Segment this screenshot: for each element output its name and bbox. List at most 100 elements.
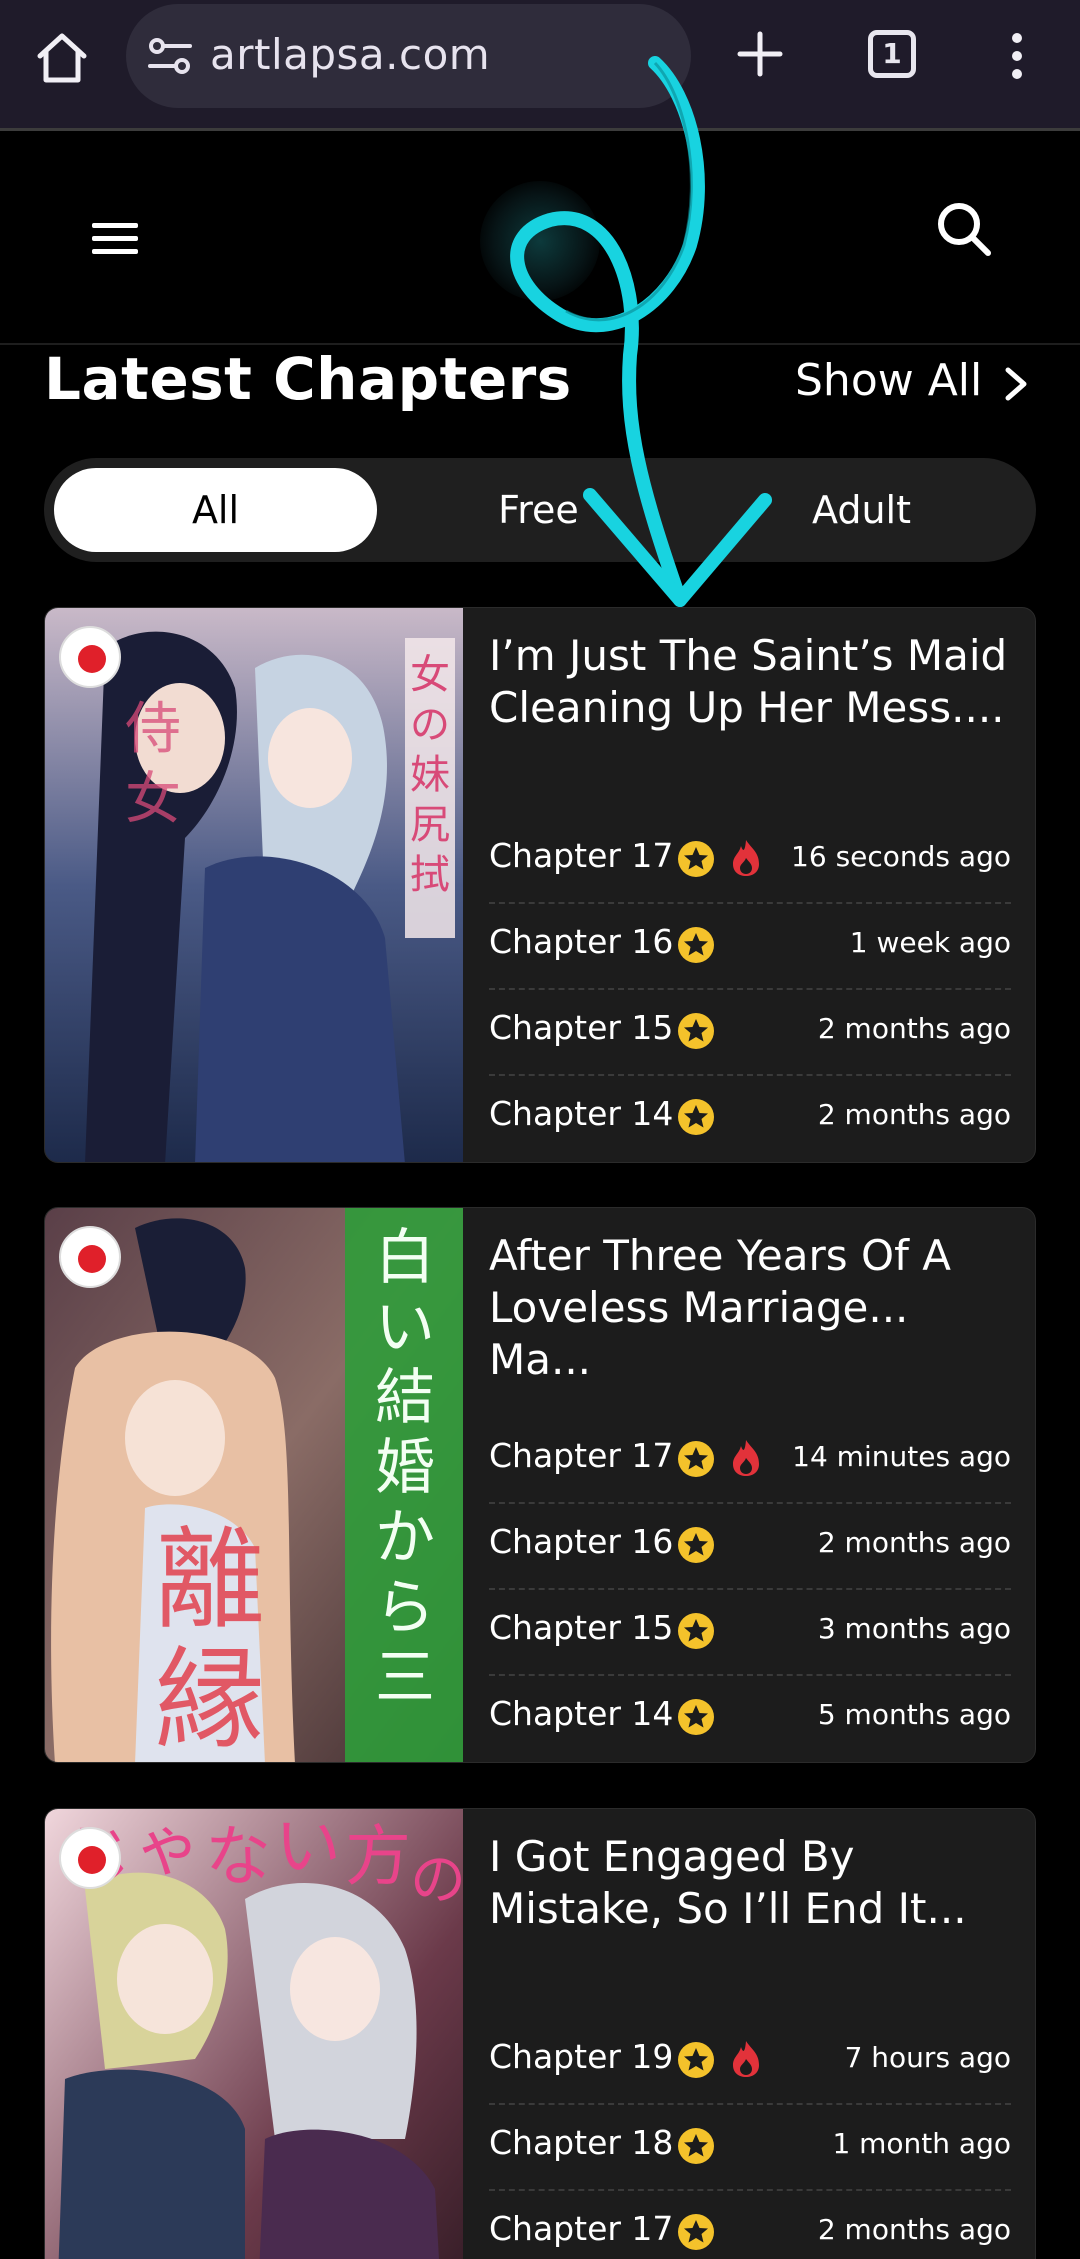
- fire-icon: [733, 1440, 759, 1476]
- svg-text:結: 結: [375, 1363, 435, 1433]
- svg-text:ら: ら: [375, 1573, 435, 1643]
- chapter-label[interactable]: Chapter 15: [489, 1608, 673, 1647]
- home-icon[interactable]: [34, 30, 90, 86]
- japan-flag-icon: [59, 626, 121, 688]
- tab-switcher-button[interactable]: 1: [868, 30, 916, 78]
- japan-flag-icon: [59, 1226, 121, 1288]
- star-icon: [678, 1099, 714, 1135]
- svg-text:離: 離: [155, 1516, 265, 1644]
- star-icon: [678, 1699, 714, 1735]
- series-title[interactable]: I’m Just The Saint’s Maid Cleaning Up He…: [489, 630, 1019, 734]
- svg-text:方: 方: [345, 1818, 411, 1895]
- show-all-link[interactable]: Show All: [795, 355, 982, 406]
- chapter-time: 2 months ago: [817, 2213, 1011, 2246]
- japan-flag-icon: [59, 1827, 121, 1889]
- filter-adult[interactable]: Adult: [700, 468, 1023, 552]
- fire-icon: [733, 840, 759, 876]
- series-card[interactable]: 女 の 妹 尻 拭 侍 女 I’m Just The Saint’s Maid …: [44, 607, 1036, 1163]
- svg-text:尻: 尻: [410, 802, 450, 848]
- address-bar[interactable]: artlapsa.com: [126, 4, 691, 108]
- chapter-label[interactable]: Chapter 16: [489, 922, 673, 961]
- svg-text:婚: 婚: [375, 1433, 435, 1503]
- chapter-time: 2 months ago: [817, 1098, 1011, 1131]
- chapter-time: 14 minutes ago: [792, 1440, 1011, 1473]
- url-text[interactable]: artlapsa.com: [210, 30, 490, 79]
- svg-text:ゃ: ゃ: [135, 1809, 201, 1885]
- site-header: [0, 131, 1080, 345]
- svg-text:拭: 拭: [410, 852, 450, 898]
- series-card[interactable]: じ ゃ な い 方 の I Got Engaged By Mistake, So…: [44, 1808, 1036, 2259]
- star-icon: [678, 841, 714, 877]
- chapter-time: 1 week ago: [849, 926, 1011, 959]
- hamburger-menu-icon[interactable]: [90, 219, 140, 259]
- chapter-row[interactable]: Chapter 15 2 months ago: [489, 990, 1011, 1076]
- chapter-label[interactable]: Chapter 17: [489, 1436, 673, 1475]
- chapter-list: Chapter 17 14 minutes ago Chapter 16 2 m…: [489, 1418, 1011, 1762]
- star-icon: [678, 2128, 714, 2164]
- chapter-row[interactable]: Chapter 17 14 minutes ago: [489, 1418, 1011, 1504]
- site-logo[interactable]: [480, 181, 600, 301]
- fire-icon: [733, 2041, 759, 2077]
- chapter-time: 3 months ago: [817, 1612, 1011, 1645]
- star-icon: [678, 1441, 714, 1477]
- chapter-time: 2 months ago: [817, 1012, 1011, 1045]
- chapter-list: Chapter 17 16 seconds ago Chapter 16 1 w…: [489, 818, 1011, 1162]
- svg-text:い: い: [275, 1809, 341, 1885]
- section-title: Latest Chapters: [44, 345, 572, 413]
- chapter-label[interactable]: Chapter 19: [489, 2037, 673, 2076]
- svg-text:縁: 縁: [155, 1636, 265, 1763]
- chapter-time: 2 months ago: [817, 1526, 1011, 1559]
- svg-text:侍: 侍: [125, 697, 181, 762]
- series-title[interactable]: I Got Engaged By Mistake, So I’ll End It…: [489, 1831, 1019, 1935]
- cover-image[interactable]: 女 の 妹 尻 拭 侍 女: [45, 608, 463, 1162]
- cover-image[interactable]: 白 い 結 婚 か ら 三 離 縁: [45, 1208, 463, 1763]
- filter-free[interactable]: Free: [377, 468, 700, 552]
- chapter-row[interactable]: Chapter 16 1 week ago: [489, 904, 1011, 990]
- star-icon: [678, 1613, 714, 1649]
- series-title[interactable]: After Three Years Of A Loveless Marriage…: [489, 1230, 1019, 1386]
- svg-text:女: 女: [410, 652, 450, 698]
- star-icon: [678, 1013, 714, 1049]
- star-icon: [678, 2214, 714, 2250]
- chapter-row[interactable]: Chapter 18 1 month ago: [489, 2105, 1011, 2191]
- svg-text:い: い: [375, 1293, 435, 1363]
- svg-text:の: の: [410, 1848, 463, 1913]
- star-icon: [678, 1527, 714, 1563]
- chapter-row[interactable]: Chapter 14 5 months ago: [489, 1676, 1011, 1762]
- more-options-icon[interactable]: [1000, 30, 1034, 82]
- chapter-time: 1 month ago: [832, 2127, 1011, 2160]
- svg-text:か: か: [375, 1503, 435, 1573]
- chapter-row[interactable]: Chapter 17 16 seconds ago: [489, 818, 1011, 904]
- chapter-label[interactable]: Chapter 14: [489, 1094, 673, 1133]
- chapter-list: Chapter 19 7 hours ago Chapter 18 1 mont…: [489, 2019, 1011, 2259]
- chapter-time: 16 seconds ago: [791, 840, 1011, 873]
- chapter-row[interactable]: Chapter 14 2 months ago: [489, 1076, 1011, 1162]
- svg-text:妹: 妹: [410, 752, 450, 798]
- chapter-label[interactable]: Chapter 18: [489, 2123, 673, 2162]
- chapter-time: 5 months ago: [817, 1698, 1011, 1731]
- chapter-label[interactable]: Chapter 16: [489, 1522, 673, 1561]
- svg-text:女: 女: [125, 767, 181, 832]
- svg-text:な: な: [205, 1818, 271, 1895]
- svg-text:三: 三: [375, 1643, 435, 1713]
- svg-text:白: 白: [375, 1223, 435, 1293]
- chapter-label[interactable]: Chapter 14: [489, 1694, 673, 1733]
- chapter-row[interactable]: Chapter 19 7 hours ago: [489, 2019, 1011, 2105]
- chapter-time: 7 hours ago: [844, 2041, 1011, 2074]
- new-tab-icon[interactable]: [734, 28, 786, 80]
- chapter-row[interactable]: Chapter 16 2 months ago: [489, 1504, 1011, 1590]
- cover-image[interactable]: じ ゃ な い 方 の: [45, 1809, 463, 2259]
- svg-text:の: の: [410, 702, 450, 748]
- browser-toolbar: artlapsa.com 1: [0, 0, 1080, 128]
- chapter-row[interactable]: Chapter 17 2 months ago: [489, 2191, 1011, 2259]
- chapter-label[interactable]: Chapter 15: [489, 1008, 673, 1047]
- filter-all[interactable]: All: [54, 468, 377, 552]
- site-settings-icon[interactable]: [148, 36, 192, 76]
- chevron-right-icon[interactable]: [1002, 366, 1030, 402]
- search-icon[interactable]: [934, 199, 994, 259]
- chapter-label[interactable]: Chapter 17: [489, 836, 673, 875]
- star-icon: [678, 2042, 714, 2078]
- chapter-row[interactable]: Chapter 15 3 months ago: [489, 1590, 1011, 1676]
- chapter-label[interactable]: Chapter 17: [489, 2209, 673, 2248]
- series-card[interactable]: 白 い 結 婚 か ら 三 離 縁 After Three Years Of A…: [44, 1207, 1036, 1763]
